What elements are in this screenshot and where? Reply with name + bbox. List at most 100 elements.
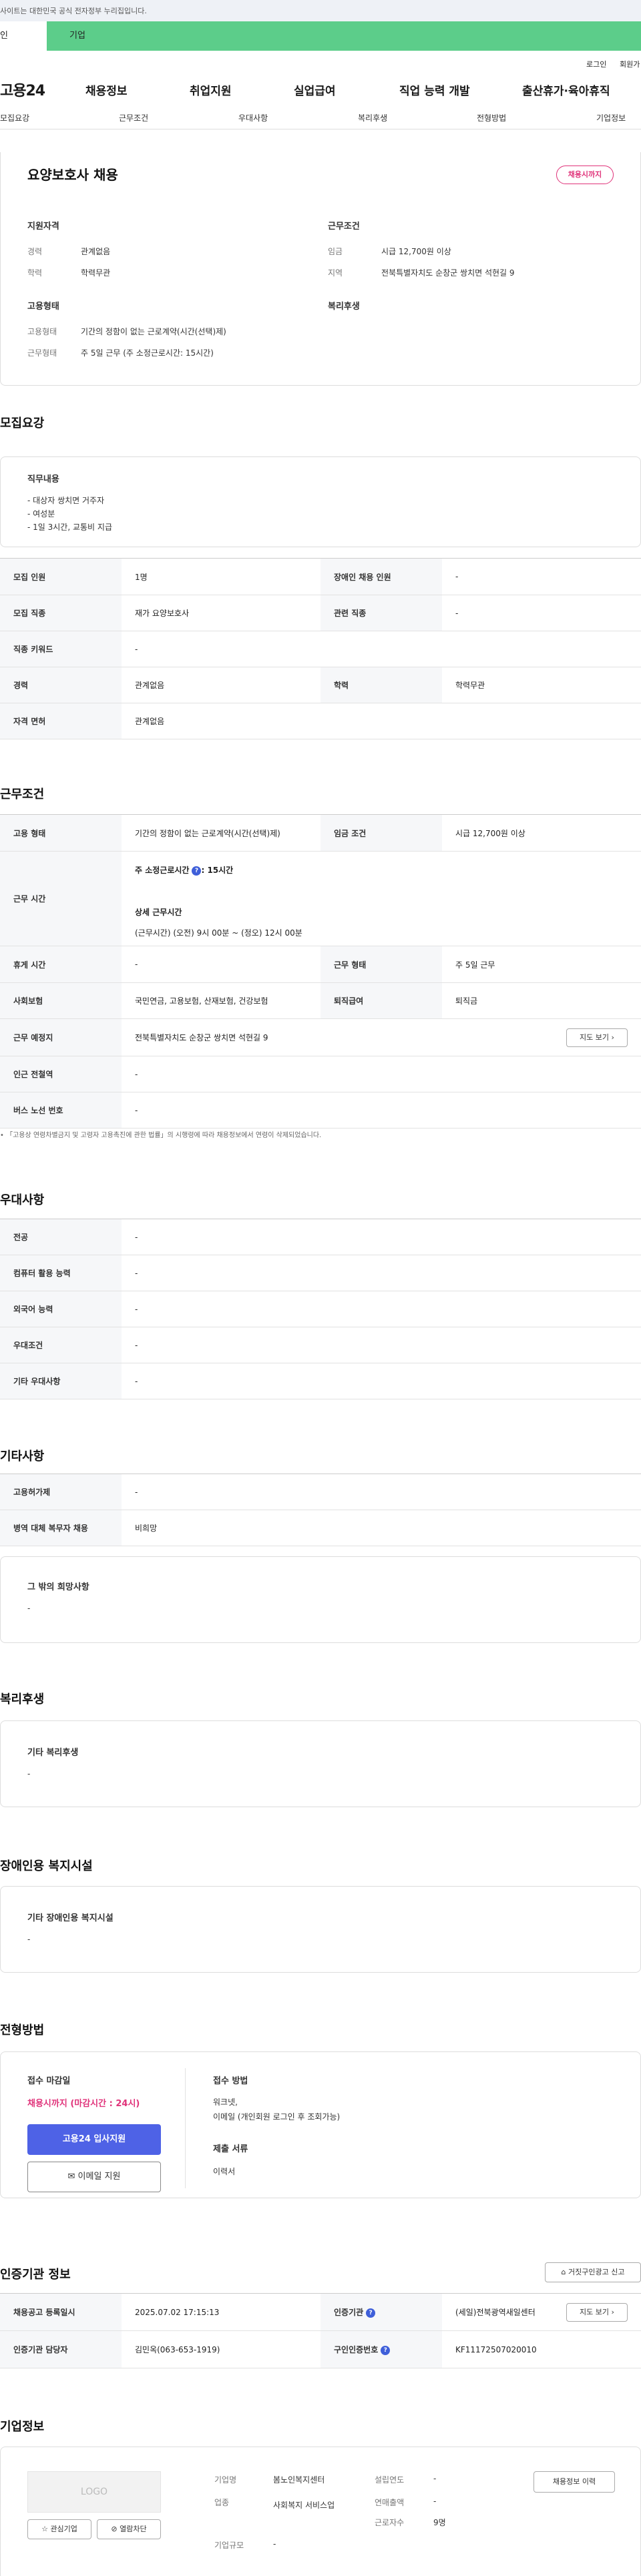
preference-table: 전공 - 컴퓨터 활용 능력 - 외국어 능력 - 우대조건 - 기타 우대사항 -: [0, 1219, 641, 1399]
table-row: 직종 키워드 -: [0, 631, 641, 667]
table-cell: 재가 요양보호사: [122, 595, 320, 631]
welfare-section-heading: 복리후생: [0, 1692, 45, 1706]
table-header: 관련 직종: [320, 595, 442, 631]
org-label: 인증기관: [334, 2308, 364, 2317]
table-cell: 2025.07.02 17:15:13: [122, 2293, 320, 2331]
gnb-menu-leave[interactable]: 출산휴가·육아휴직: [522, 81, 610, 98]
detail-hours-value: (근무시간) (오전) 9시 00분 ~ (정오) 12시 00분: [135, 928, 302, 938]
gnb-menu-support[interactable]: 취업지원: [190, 81, 232, 98]
tab-company[interactable]: 기업정보: [596, 112, 626, 123]
conditions-heading: 근무조건: [0, 787, 45, 801]
table-header: 컴퓨터 활용 능력: [0, 1255, 122, 1291]
gnb-menu-benefit[interactable]: 실업급여: [294, 81, 336, 98]
help-icon[interactable]: ?: [192, 866, 202, 876]
table-row: 근무 시간 주 소정근로시간?: 15시간 상세 근무시간 (근무시간) (오전…: [0, 851, 641, 946]
detail-hours-label: 상세 근무시간: [135, 908, 182, 917]
worktype-value: 주 5일 근무 (주 소정근로시간: 15시간): [81, 348, 214, 358]
table-row: 모집 인원 1명 장애인 채용 인원 -: [0, 558, 641, 595]
map-view-button[interactable]: 지도 보기 ›: [566, 1028, 628, 1047]
apply-button[interactable]: 고용24 입사지원: [27, 2124, 161, 2155]
worktype-label: 근무형태: [27, 348, 57, 358]
work-time-cell: 주 소정근로시간?: 15시간 상세 근무시간 (근무시간) (오전) 9시 0…: [122, 851, 641, 946]
table-header: 전공: [0, 1219, 122, 1255]
cert-table: 채용공고 등록일시 2025.07.02 17:15:13 인증기관? (세일)…: [0, 2293, 641, 2368]
table-header: 직종 키워드: [0, 631, 122, 667]
table-cell: 관계없음: [122, 667, 320, 703]
report-fake-ad-button[interactable]: ⌂ 거짓구인광고 신고: [545, 2262, 641, 2282]
table-header: 기타 우대사항: [0, 1363, 122, 1399]
table-header: 우대조건: [0, 1327, 122, 1363]
tab-personal[interactable]: 인: [0, 21, 47, 51]
table-header: 근무 형태: [320, 946, 442, 983]
method-line: 이메일 (개인회원 로그인 후 조회가능): [213, 2112, 341, 2122]
table-cell: -: [122, 631, 641, 667]
mail-icon: ✉: [67, 2172, 75, 2182]
table-row: 채용공고 등록일시 2025.07.02 17:15:13 인증기관? (세일)…: [0, 2293, 641, 2331]
table-cell: -: [122, 1291, 641, 1327]
table-cell: -: [442, 558, 641, 595]
table-cell: -: [122, 1363, 641, 1399]
disabled-card-value: -: [27, 1935, 31, 1944]
sales-label: 연매출액: [375, 2498, 405, 2507]
table-cell: -: [122, 1056, 641, 1092]
tab-preference[interactable]: 우대사항: [238, 112, 268, 123]
docs-value: 이력서: [213, 2167, 236, 2176]
email-apply-button[interactable]: ✉ 이메일 지원: [27, 2162, 161, 2192]
process-heading: 전형방법: [0, 2023, 45, 2037]
welfare-card: 기타 복리후생 -: [0, 1720, 641, 1807]
help-icon[interactable]: ?: [381, 2345, 391, 2355]
report-label: 거짓구인광고 신고: [568, 2268, 625, 2276]
gnb-menu-training[interactable]: 직업 능력 개발: [399, 81, 470, 98]
table-row: 병역 대체 복무자 채용 비희망: [0, 1510, 641, 1546]
gov-banner-text: 사이트는 대한민국 공식 전자정부 누리집입니다.: [0, 7, 147, 15]
cert-heading: 인증기관 정보: [0, 2268, 71, 2282]
region-label: 지역: [328, 268, 343, 278]
gnb-menu-jobs[interactable]: 채용정보: [85, 81, 128, 98]
emp-heading: 고용형태: [27, 302, 59, 312]
duty-line: - 1일 3시간, 교통비 지급: [27, 523, 112, 532]
table-row: 전공 -: [0, 1219, 641, 1255]
favorite-label: 관심기업: [50, 2525, 77, 2533]
utility-links: 로그인 회원가: [0, 51, 641, 69]
table-cell: 퇴직금: [442, 982, 641, 1019]
duty-card: 직무내용 - 대상자 쌍치면 거주자 - 여성분 - 1일 3시간, 교통비 지…: [0, 456, 641, 547]
table-header: 근무 시간: [0, 851, 122, 946]
founded-label: 설립연도: [375, 2475, 405, 2485]
table-header: 임금 조건: [320, 814, 442, 852]
table-cell: -: [122, 946, 320, 983]
table-row: 모집 직종 재가 요양보호사 관련 직종 -: [0, 595, 641, 631]
org-value: (세일)전북광역새일센터: [455, 2308, 536, 2317]
table-header: 장애인 채용 인원: [320, 558, 442, 595]
tab-process[interactable]: 전형방법: [477, 112, 506, 123]
weekly-hours-value: : 15시간: [201, 866, 234, 875]
table-row: 우대조건 -: [0, 1327, 641, 1363]
table-row: 경력 관계없음 학력 학력무관: [0, 667, 641, 703]
table-cell: 관계없음: [122, 703, 641, 739]
tab-corporate[interactable]: 기업: [69, 21, 85, 51]
qual-heading: 지원자격: [27, 222, 59, 232]
tab-welfare[interactable]: 복리후생: [358, 112, 387, 123]
block-view-button[interactable]: ⊘ 열람차단: [97, 2519, 161, 2539]
duty-line: - 여성분: [27, 509, 55, 519]
favorite-company-button[interactable]: ☆ 관심기업: [27, 2519, 91, 2539]
table-row: 고용허가제 -: [0, 1474, 641, 1510]
weekly-hours: 주 소정근로시간?: 15시간: [135, 864, 628, 876]
table-header: 사회보험: [0, 982, 122, 1019]
table-cell: 김민옥(063-653-1919): [122, 2330, 320, 2368]
employees-value: 9명: [433, 2518, 446, 2527]
tab-recruit[interactable]: 모집요강: [0, 112, 29, 123]
section-tabs: 모집요강 근무조건 우대사항 복리후생 전형방법 기업정보: [0, 107, 641, 129]
table-row: 컴퓨터 활용 능력 -: [0, 1255, 641, 1291]
history-button[interactable]: 채용정보 이력: [533, 2471, 615, 2493]
industry-value: 사회복지 서비스업: [273, 2501, 335, 2510]
emptype-label: 고용형태: [27, 327, 57, 336]
org-map-button[interactable]: 지도 보기 ›: [566, 2303, 628, 2322]
site-logo[interactable]: 고용24: [0, 79, 45, 100]
company-name-label: 기업명: [214, 2475, 237, 2485]
help-icon[interactable]: ?: [366, 2308, 376, 2318]
sales-value: -: [433, 2497, 437, 2506]
tab-conditions[interactable]: 근무조건: [119, 112, 148, 123]
block-icon: ⊘: [111, 2525, 118, 2533]
table-row: 버스 노선 번호 -: [0, 1092, 641, 1129]
table-cell: KF11172507020010: [442, 2330, 641, 2368]
